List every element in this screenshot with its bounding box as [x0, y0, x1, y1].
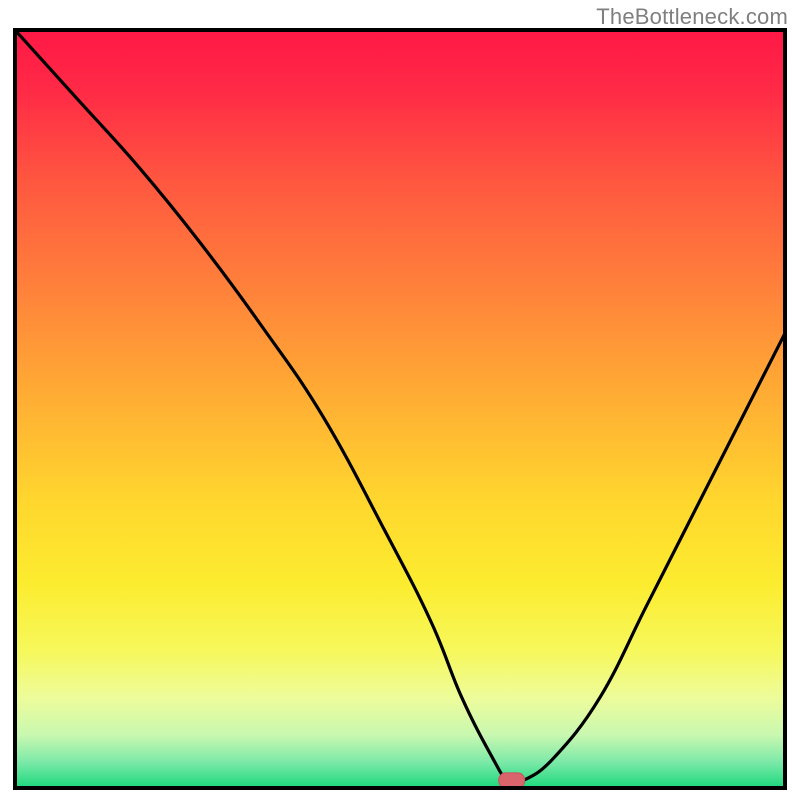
optimal-marker	[499, 773, 525, 788]
bottleneck-chart	[0, 0, 800, 800]
gradient-background	[15, 30, 785, 788]
watermark-text: TheBottleneck.com	[596, 4, 788, 30]
chart-container: TheBottleneck.com	[0, 0, 800, 800]
